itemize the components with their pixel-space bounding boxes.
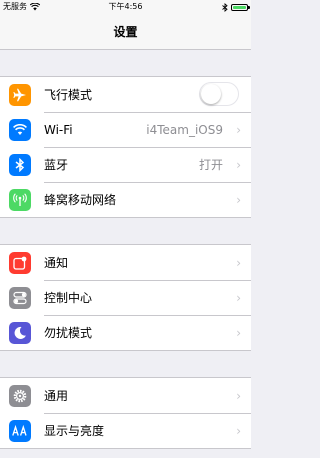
wifi-row[interactable]: Wi-Fi i4Team_iOS9 › [0, 112, 251, 147]
bluetooth-label: 蓝牙 [44, 158, 69, 172]
chevron-right-icon: › [236, 423, 241, 438]
wifi-label: Wi-Fi [44, 122, 73, 137]
settings-group-notifications: 通知 › 控制中心 › 勿扰模式 › [0, 244, 251, 351]
bluetooth-row[interactable]: 蓝牙 打开 › [0, 147, 251, 182]
chevron-right-icon: › [236, 157, 241, 172]
control-center-icon [9, 287, 31, 309]
do-not-disturb-row[interactable]: 勿扰模式 › [0, 315, 251, 350]
airplane-mode-toggle[interactable] [199, 82, 239, 106]
moon-icon [9, 322, 31, 344]
status-bar: 无服务 下午4:56 [0, 0, 251, 14]
cellular-icon [9, 189, 31, 211]
wifi-icon [9, 119, 31, 141]
airplane-mode-label: 飞行模式 [44, 88, 93, 102]
chevron-right-icon: › [236, 325, 241, 340]
chevron-right-icon: › [236, 388, 241, 403]
page-title: 设置 [113, 25, 138, 39]
bluetooth-icon [9, 154, 31, 176]
display-brightness-label: 显示与亮度 [44, 424, 105, 438]
status-right [222, 0, 250, 14]
nav-bar: 设置 [0, 14, 251, 50]
bluetooth-status-icon [222, 2, 228, 12]
cellular-row[interactable]: 蜂窝移动网络 › [0, 182, 251, 217]
chevron-right-icon: › [236, 192, 241, 207]
chevron-right-icon: › [236, 255, 241, 270]
status-time: 下午4:56 [108, 2, 143, 11]
gear-icon [9, 385, 31, 407]
notifications-row[interactable]: 通知 › [0, 245, 251, 280]
settings-group-general: 通用 › 显示与亮度 › [0, 377, 251, 449]
do-not-disturb-label: 勿扰模式 [44, 326, 93, 340]
bluetooth-status-value: 打开 [198, 158, 223, 172]
airplane-icon [9, 84, 31, 106]
chevron-right-icon: › [236, 290, 241, 305]
airplane-mode-row[interactable]: 飞行模式 [0, 77, 251, 112]
general-label: 通用 [44, 389, 69, 403]
notifications-icon [9, 252, 31, 274]
general-row[interactable]: 通用 › [0, 378, 251, 413]
control-center-label: 控制中心 [44, 291, 93, 305]
battery-icon [231, 3, 250, 11]
settings-group-connectivity: 飞行模式 Wi-Fi i4Team_iOS9 › 蓝牙 打开 › 蜂窝移动网络 … [0, 76, 251, 218]
display-brightness-row[interactable]: 显示与亮度 › [0, 413, 251, 448]
notifications-label: 通知 [44, 256, 69, 270]
chevron-right-icon: › [236, 122, 241, 137]
control-center-row[interactable]: 控制中心 › [0, 280, 251, 315]
wifi-network-value: i4Team_iOS9 [146, 122, 223, 137]
display-icon [9, 420, 31, 442]
cellular-label: 蜂窝移动网络 [44, 193, 117, 207]
